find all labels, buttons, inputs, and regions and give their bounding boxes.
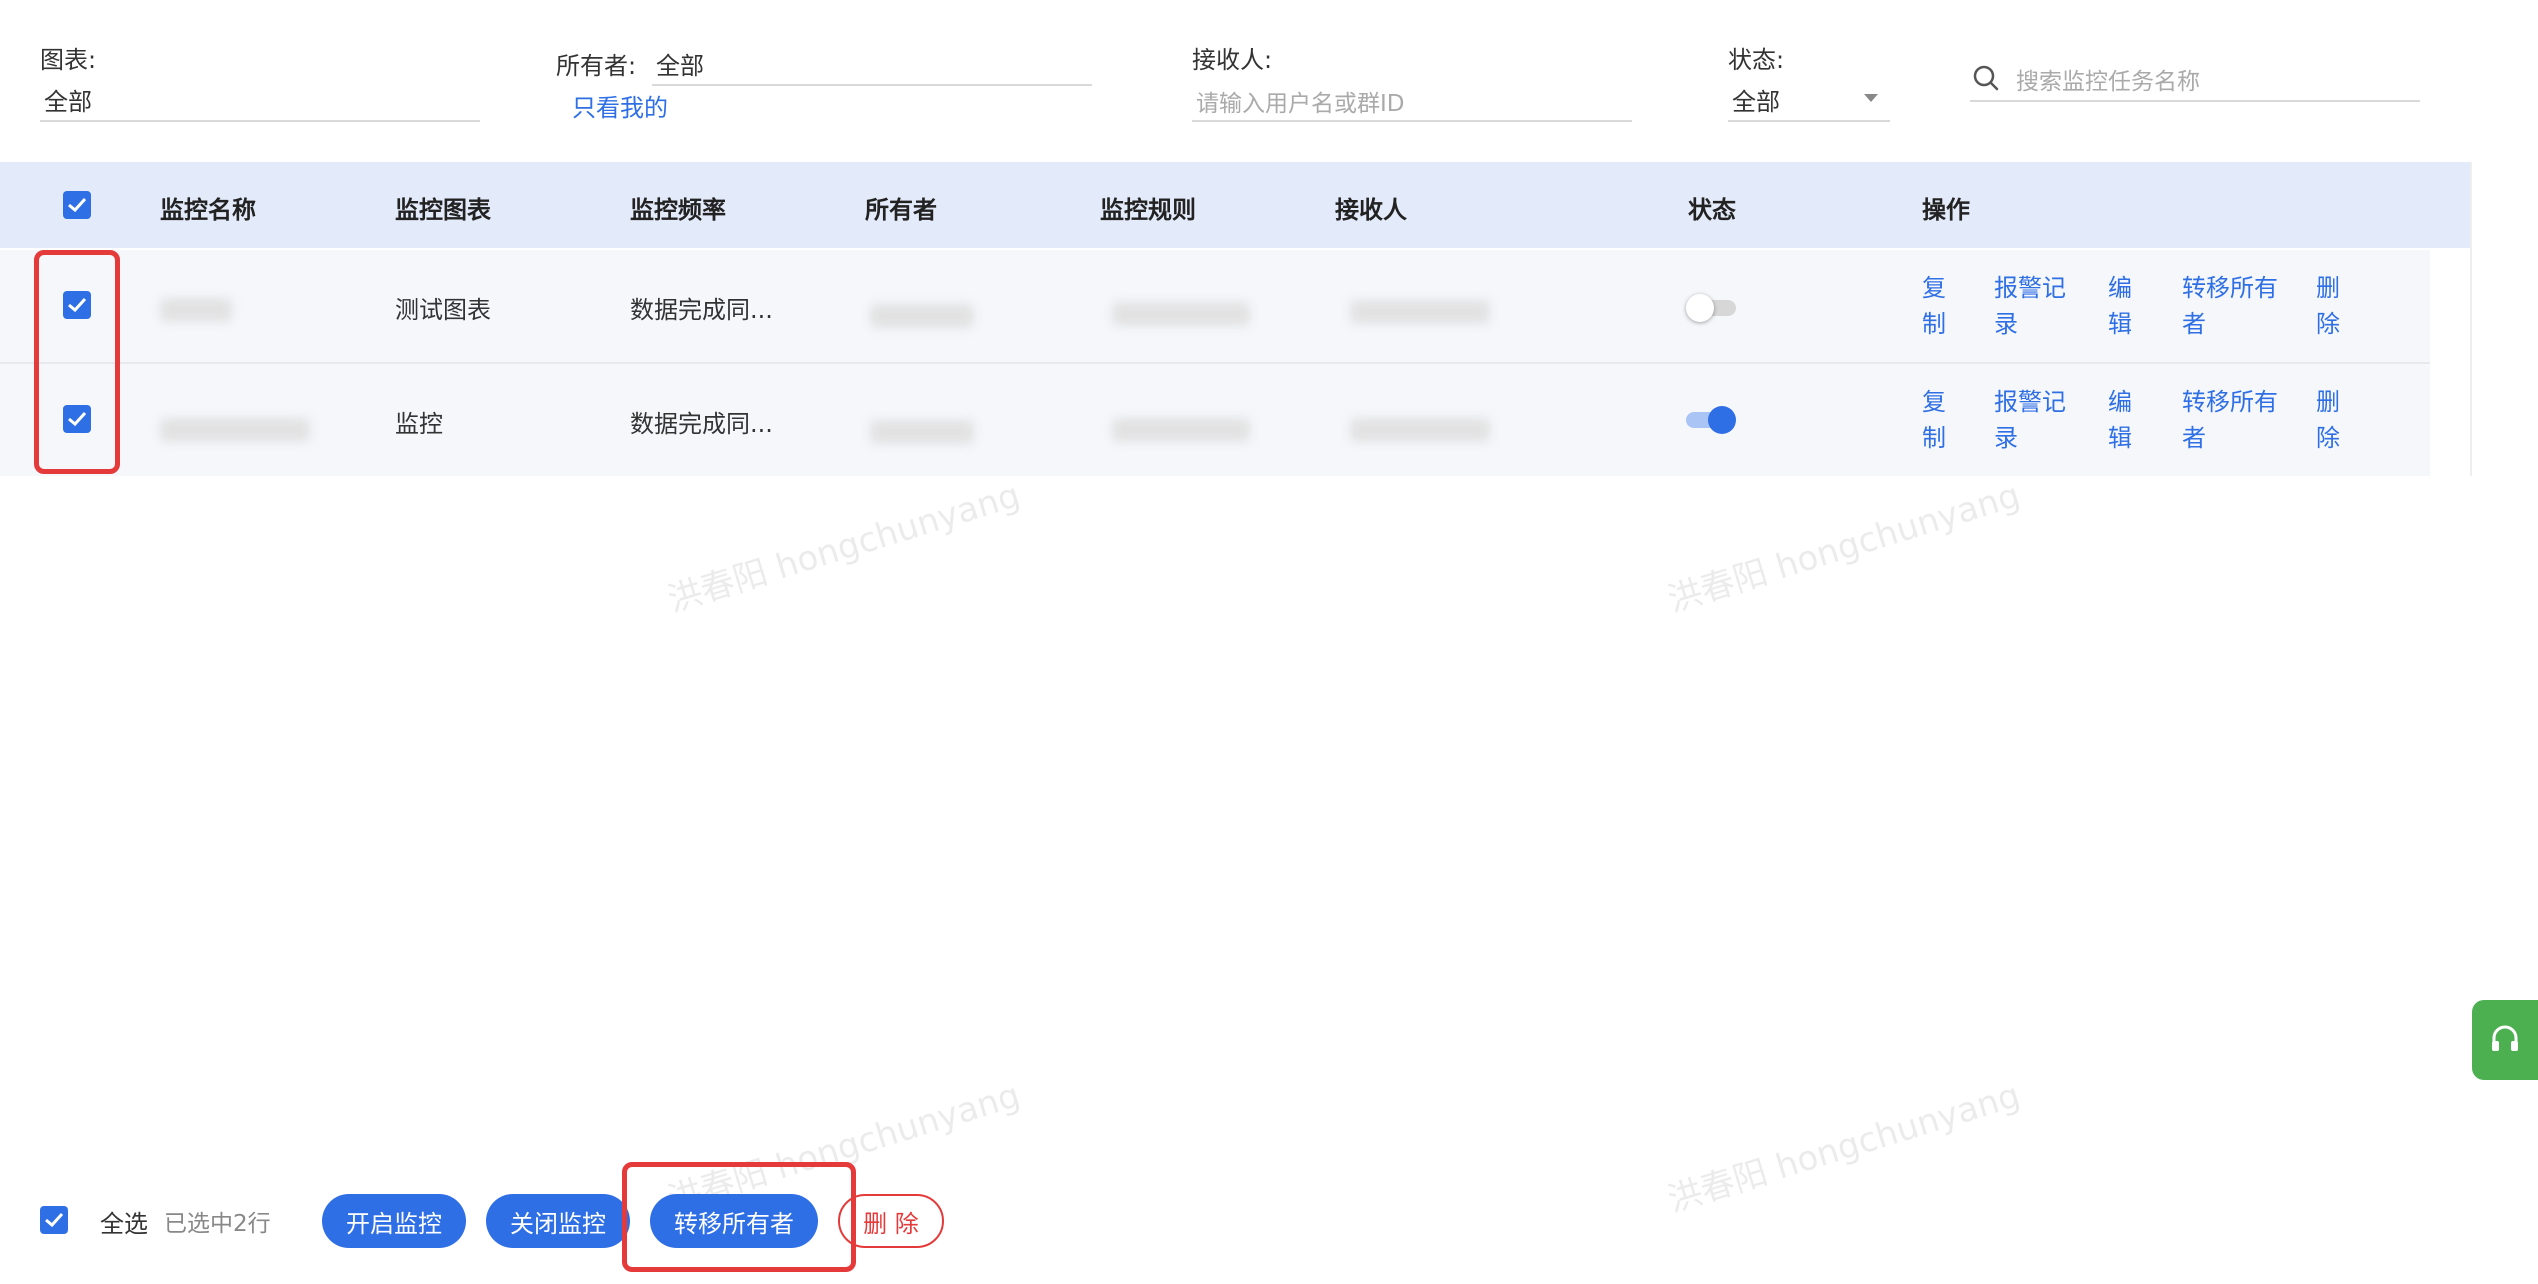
col-header-name[interactable]: 监控名称 [160,190,256,225]
row-1-name-redacted [160,298,232,322]
row-2-edit-action[interactable]: 编辑 [2108,384,2148,456]
row-2-delete-action[interactable]: 删除 [2316,384,2356,456]
receiver-placeholder: 请输入用户名或群ID [1196,91,1405,117]
owner-filter-value: 全部 [656,52,704,80]
search-placeholder: 搜索监控任务名称 [2016,69,2200,95]
col-header-frequency[interactable]: 监控频率 [630,190,726,225]
row-1-rule-redacted [1112,302,1250,326]
header-select-all-checkbox[interactable] [63,191,91,219]
row-2-copy-action[interactable]: 复制 [1922,384,1962,456]
selected-count-text: 已选中2行 [164,1211,271,1237]
status-filter-value: 全部 [1732,88,1780,116]
select-all-label[interactable]: 全选 [100,1204,148,1239]
search-icon [1973,65,1999,91]
status-filter-label: 状态: [1728,46,1785,74]
row-2-alert-log-action[interactable]: 报警记录 [1994,384,2074,456]
chart-filter-value: 全部 [44,88,92,116]
chart-filter-label: 图表: [40,46,97,74]
owner-filter-label: 所有者: [556,52,637,80]
row-1-receiver-redacted [1350,300,1490,324]
row-1-alert-log-action[interactable]: 报警记录 [1994,270,2074,342]
col-header-owner[interactable]: 所有者 [865,190,937,225]
scrollbar-track[interactable] [2470,162,2472,476]
receiver-filter-label: 接收人: [1192,46,1273,74]
row-1-owner-redacted [870,304,974,328]
highlight-transfer-button [622,1162,856,1272]
row-2-receiver-redacted [1350,418,1490,442]
row-2-transfer-action[interactable]: 转移所有者 [2182,384,2292,456]
check-icon [68,197,87,213]
caret-down-icon [1864,94,1878,102]
row-1-frequency: 数据完成同... [630,296,773,324]
row-1-chart-link[interactable]: 测试图表 [395,290,491,325]
only-mine-link[interactable]: 只看我的 [572,88,668,123]
row-2-rule-redacted [1112,418,1250,442]
status-filter-select[interactable]: 全部 [1728,78,1890,122]
row-1-edit-action[interactable]: 编辑 [2108,270,2148,342]
check-icon [45,1212,64,1228]
chart-filter-select[interactable]: 全部 [40,78,480,122]
headset-icon [2492,1025,2518,1051]
watermark-text: 洪春阳 hongchunyang [1663,1075,2025,1221]
col-header-rule[interactable]: 监控规则 [1100,190,1196,225]
row-1-copy-action[interactable]: 复制 [1922,270,1962,342]
col-header-chart[interactable]: 监控图表 [395,190,491,225]
enable-monitor-button[interactable]: 开启监控 [322,1194,466,1248]
search-input[interactable]: 搜索监控任务名称 [1970,58,2420,102]
row-2-frequency: 数据完成同... [630,410,773,438]
owner-filter-select[interactable]: 全部 [652,42,1092,86]
row-2-chart-link[interactable]: 监控 [395,404,443,439]
col-header-actions: 操作 [1922,196,1970,224]
row-2-owner-redacted [870,420,974,444]
disable-monitor-button[interactable]: 关闭监控 [486,1194,630,1248]
table-header [0,162,2470,248]
watermark-text: 洪春阳 hongchunyang [1663,475,2025,621]
row-2-status-toggle[interactable] [1686,406,1738,434]
watermark-text: 洪春阳 hongchunyang [663,475,1025,621]
bottom-select-all-checkbox[interactable] [40,1206,68,1234]
highlight-row-checkboxes [34,250,120,474]
help-button[interactable] [2472,1000,2538,1080]
row-1-transfer-action[interactable]: 转移所有者 [2182,270,2292,342]
col-header-status[interactable]: 状态 [1688,190,1736,225]
receiver-input[interactable]: 请输入用户名或群ID [1192,78,1632,122]
row-2-name-redacted [160,418,310,442]
row-1-status-toggle[interactable] [1686,294,1738,322]
row-1-delete-action[interactable]: 删除 [2316,270,2356,342]
col-header-receiver[interactable]: 接收人 [1335,190,1407,225]
